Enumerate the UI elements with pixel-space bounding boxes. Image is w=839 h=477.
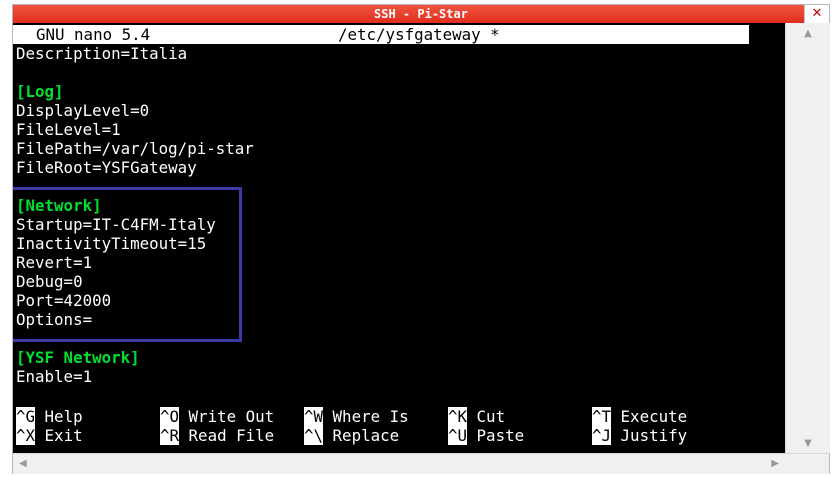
- shortcut-replace[interactable]: ^\ Replace: [304, 426, 399, 445]
- vertical-scrollbar[interactable]: ▲ ▼: [785, 23, 830, 453]
- shortcut-exit[interactable]: ^X Exit: [16, 426, 83, 445]
- window-titlebar[interactable]: SSH - Pi-Star ✕: [13, 5, 829, 23]
- ssh-window: SSH - Pi-Star ✕ GNU nano 5.4 /etc/ysfgat…: [12, 4, 830, 474]
- shortcut-cut[interactable]: ^K Cut: [448, 407, 505, 426]
- shortcut-key: ^R: [160, 426, 180, 445]
- config-line: DisplayLevel=0: [16, 101, 150, 120]
- config-line: Description=Italia: [16, 44, 188, 63]
- shortcut-label: Replace: [332, 426, 400, 445]
- config-line: FileLevel=1: [16, 120, 121, 139]
- shortcut-label: Read File: [188, 426, 275, 445]
- shortcut-label: Paste: [476, 426, 525, 445]
- config-line: FilePath=/var/log/pi-star: [16, 139, 254, 158]
- scroll-down-icon[interactable]: ▼: [786, 437, 830, 451]
- config-section-header: [YSF Network]: [16, 348, 140, 367]
- scroll-right-icon[interactable]: ▶: [771, 457, 779, 471]
- close-button[interactable]: ✕: [804, 5, 829, 23]
- shortcut-label: Write Out: [188, 407, 275, 426]
- shortcut-read-file[interactable]: ^R Read File: [160, 426, 274, 445]
- shortcut-label: Execute: [620, 407, 688, 426]
- config-line: Enable=1: [16, 367, 93, 386]
- network-section-highlight-box: [13, 187, 242, 342]
- scroll-left-icon[interactable]: ◀: [19, 457, 27, 471]
- shortcut-key: ^O: [160, 407, 180, 426]
- shortcut-write-out[interactable]: ^O Write Out: [160, 407, 274, 426]
- shortcut-key: ^\: [304, 426, 324, 445]
- shortcut-key: ^G: [16, 407, 36, 426]
- shortcut-where-is[interactable]: ^W Where Is: [304, 407, 409, 426]
- shortcut-key: ^W: [304, 407, 324, 426]
- window-title: SSH - Pi-Star: [374, 7, 468, 21]
- config-line: FileRoot=YSFGateway: [16, 158, 197, 177]
- scroll-up-icon[interactable]: ▲: [786, 27, 830, 41]
- shortcut-help[interactable]: ^G Help: [16, 407, 83, 426]
- nano-header-bar: GNU nano 5.4 /etc/ysfgateway *: [13, 25, 749, 44]
- shortcut-justify[interactable]: ^J Justify: [592, 426, 687, 445]
- shortcut-label: Exit: [44, 426, 83, 445]
- terminal-area[interactable]: GNU nano 5.4 /etc/ysfgateway * Descripti…: [13, 23, 785, 453]
- close-icon: ✕: [811, 6, 823, 21]
- shortcut-key: ^U: [448, 426, 468, 445]
- shortcut-label: Help: [44, 407, 83, 426]
- shortcut-label: Where Is: [332, 407, 409, 426]
- shortcut-key: ^K: [448, 407, 468, 426]
- nano-filename: /etc/ysfgateway *: [338, 25, 500, 44]
- shortcut-execute[interactable]: ^T Execute: [592, 407, 687, 426]
- config-section-header: [Log]: [16, 82, 64, 101]
- shortcut-label: Justify: [620, 426, 688, 445]
- nano-version: GNU nano 5.4: [36, 25, 151, 44]
- shortcut-key: ^X: [16, 426, 36, 445]
- shortcut-key: ^T: [592, 407, 612, 426]
- shortcut-label: Cut: [476, 407, 506, 426]
- shortcut-key: ^J: [592, 426, 612, 445]
- horizontal-scrollbar[interactable]: ◀ ▶: [13, 453, 829, 474]
- shortcut-paste[interactable]: ^U Paste: [448, 426, 524, 445]
